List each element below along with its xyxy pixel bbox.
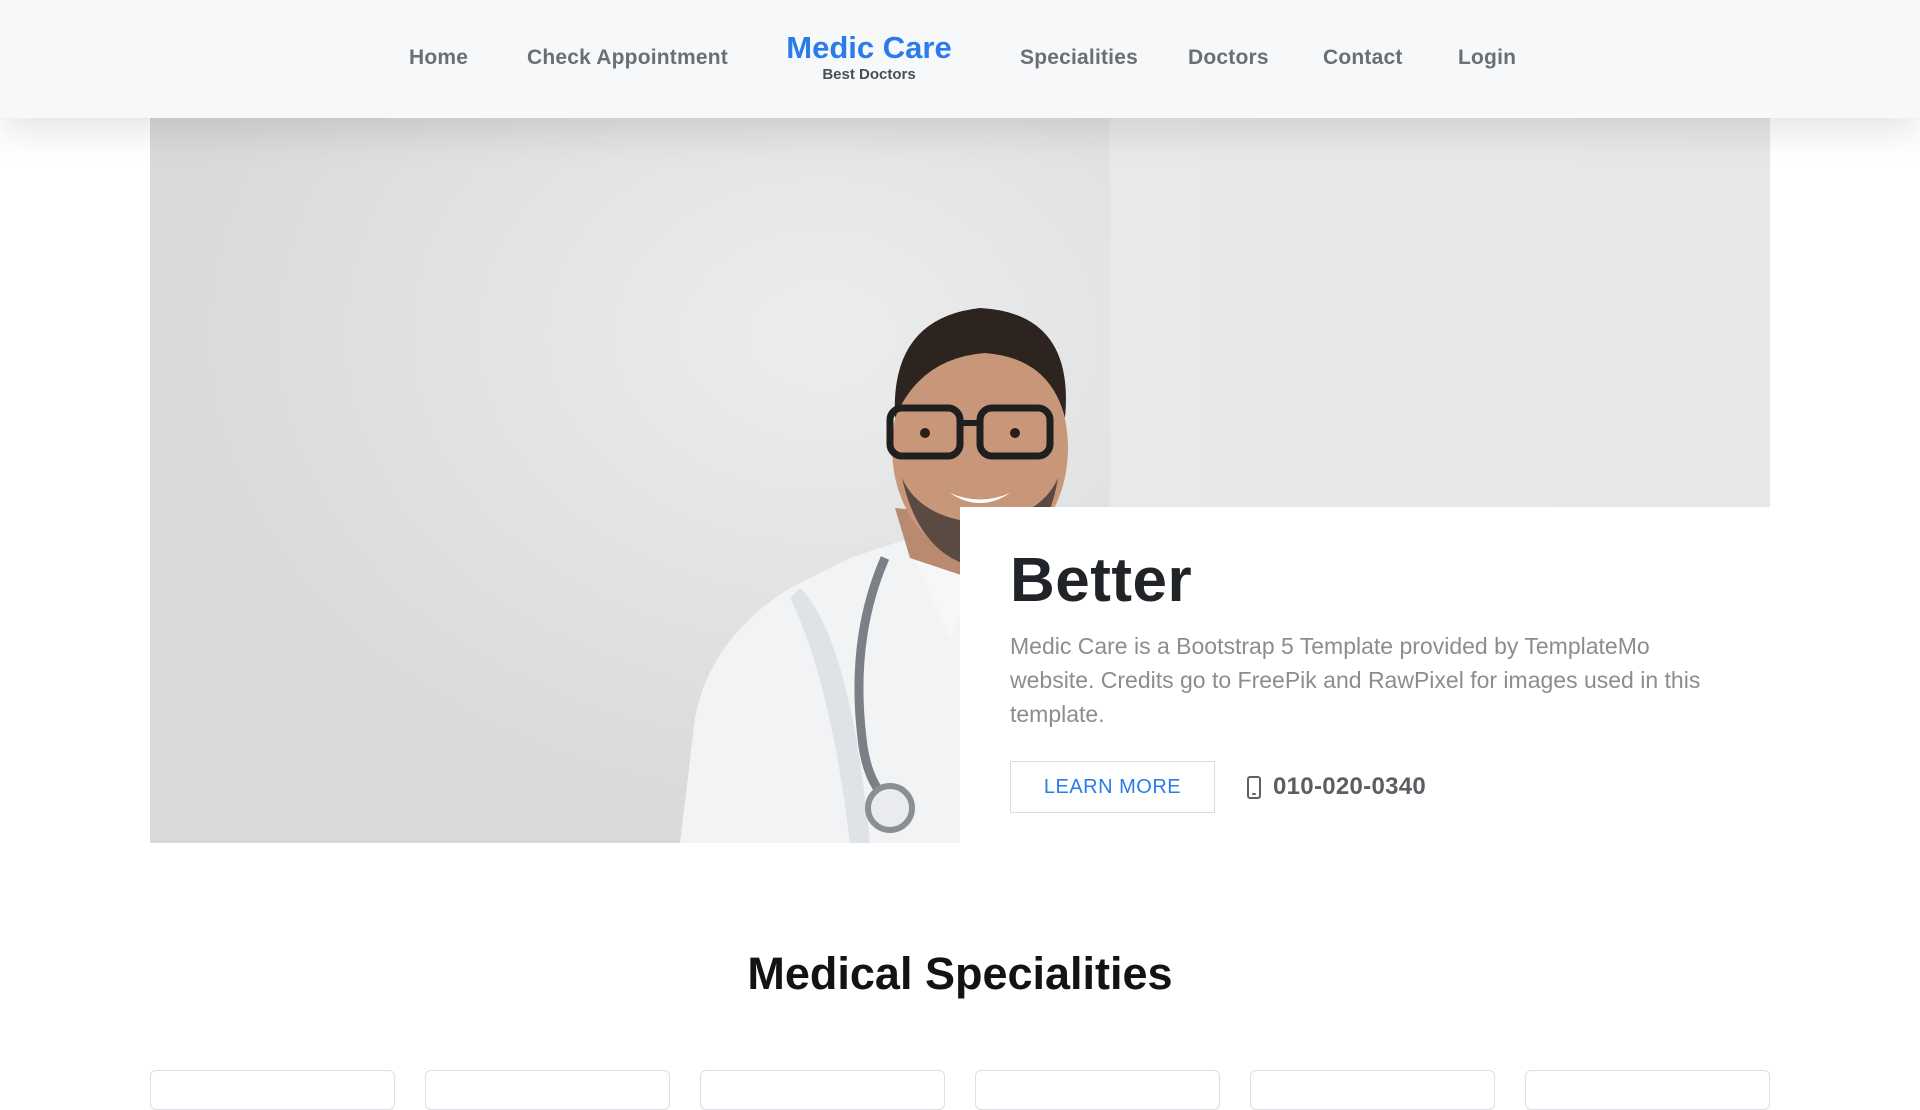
brand-title: Medic Care (786, 30, 952, 65)
specialities-cards (150, 1070, 1770, 1110)
speciality-card[interactable] (975, 1070, 1220, 1110)
phone-contact[interactable]: 010-020-0340 (1247, 773, 1426, 801)
hero-actions: LEARN MORE 010-020-0340 (1010, 761, 1426, 813)
hero-title: Better (1010, 546, 1193, 615)
specialities-title: Medical Specialities (747, 948, 1173, 999)
learn-more-button[interactable]: LEARN MORE (1010, 761, 1215, 813)
speciality-card[interactable] (150, 1070, 395, 1110)
nav-home-link[interactable]: Home (409, 46, 468, 70)
hero-info-card: Better Medic Care is a Bootstrap 5 Templ… (960, 507, 1770, 843)
speciality-card[interactable] (425, 1070, 670, 1110)
nav-doctors-link[interactable]: Doctors (1188, 46, 1269, 70)
brand-logo[interactable]: Medic Care Best Doctors (786, 30, 952, 84)
nav-login-link[interactable]: Login (1458, 46, 1516, 70)
mobile-phone-icon (1247, 775, 1261, 799)
hero-description: Medic Care is a Bootstrap 5 Template pro… (1010, 633, 1701, 727)
speciality-card[interactable] (1250, 1070, 1495, 1110)
speciality-card[interactable] (1525, 1070, 1770, 1110)
top-navbar: Home Check Appointment Medic Care Best D… (0, 0, 1920, 118)
phone-number: 010-020-0340 (1273, 773, 1427, 800)
speciality-card[interactable] (700, 1070, 945, 1110)
brand-subtitle: Best Doctors (822, 66, 916, 83)
nav-specialities-link[interactable]: Specialities (1020, 46, 1138, 70)
nav-check-appointment-link[interactable]: Check Appointment (527, 46, 728, 70)
nav-contact-link[interactable]: Contact (1323, 46, 1403, 70)
